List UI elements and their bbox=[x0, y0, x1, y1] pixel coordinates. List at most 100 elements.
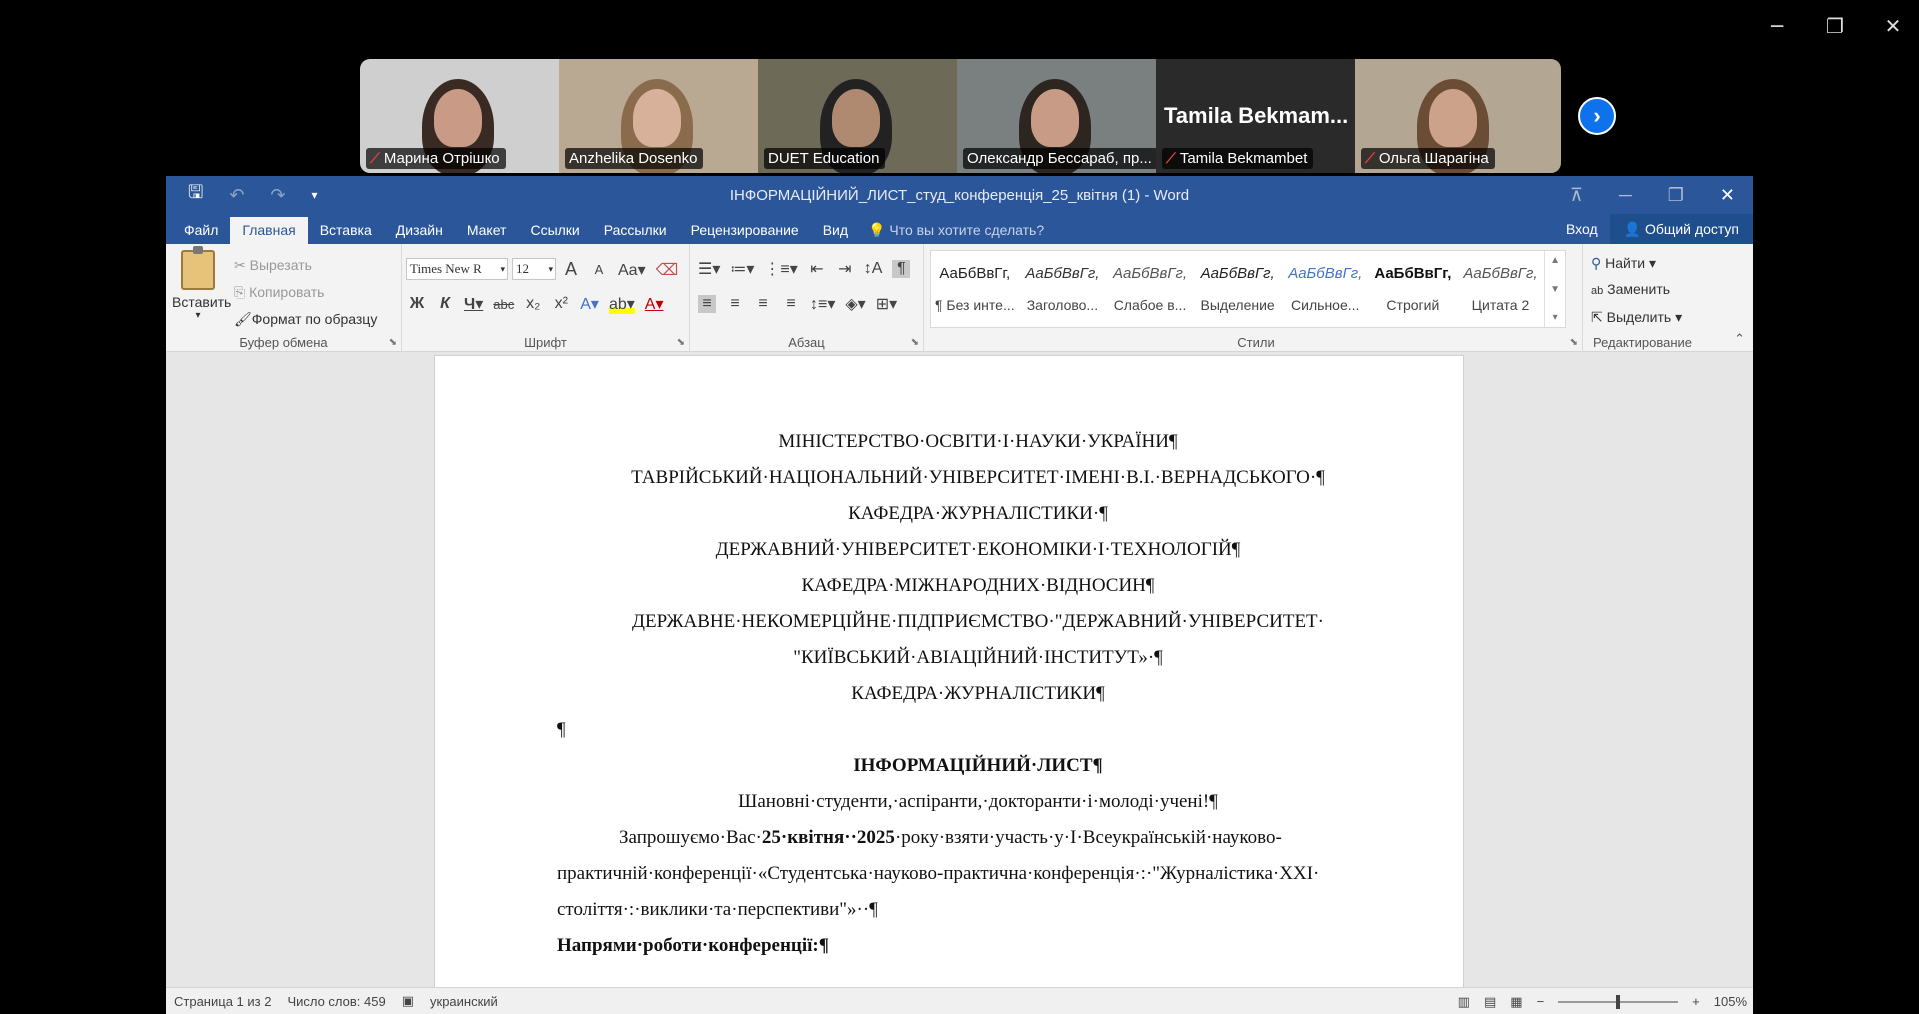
zoom-in-icon[interactable]: + bbox=[1692, 994, 1700, 1009]
tab-view[interactable]: Вид bbox=[811, 217, 860, 244]
select-button[interactable]: ⇱ Выделить ▾ bbox=[1591, 304, 1682, 330]
change-case-icon[interactable]: Aa▾ bbox=[618, 260, 646, 280]
document-canvas[interactable]: МІНІСТЕРСТВО·ОСВІТИ·І·НАУКИ·УКРАЇНИ¶ ТАВ… bbox=[166, 353, 1753, 987]
tab-design[interactable]: Дизайн bbox=[384, 217, 455, 244]
word-close-icon[interactable]: ✕ bbox=[1720, 185, 1735, 206]
zoom-thumb[interactable] bbox=[1616, 994, 1621, 1009]
replace-button[interactable]: ab Заменить bbox=[1591, 276, 1682, 304]
web-layout-icon[interactable]: ▦ bbox=[1510, 994, 1522, 1010]
word-maximize-icon[interactable]: ❐ bbox=[1668, 185, 1684, 206]
tab-home[interactable]: Главная bbox=[230, 217, 308, 244]
numbering-icon[interactable]: ≔▾ bbox=[730, 259, 754, 279]
restore-icon[interactable]: ❐ bbox=[1819, 10, 1851, 42]
borders-icon[interactable]: ⊞▾ bbox=[876, 294, 897, 314]
doc-line: ДЕРЖАВНИЙ·УНІВЕРСИТЕТ·ЕКОНОМІКИ·І·ТЕХНОЛ… bbox=[715, 539, 1241, 560]
page-count[interactable]: Страница 1 из 2 bbox=[166, 994, 279, 1009]
dialog-launcher-icon[interactable]: ⬊ bbox=[389, 337, 397, 348]
text-effects-icon[interactable]: A▾ bbox=[580, 294, 599, 314]
clear-formatting-icon[interactable]: ⌫ bbox=[656, 260, 679, 280]
dialog-launcher-icon[interactable]: ⬊ bbox=[1570, 337, 1578, 348]
strikethrough-icon[interactable]: abc bbox=[493, 297, 514, 312]
superscript-icon[interactable]: x² bbox=[552, 295, 570, 313]
tell-me-search[interactable]: 💡 Что вы хотите сделать? bbox=[868, 217, 1044, 244]
tab-mailings[interactable]: Рассылки bbox=[592, 217, 679, 244]
font-color-icon[interactable]: A▾ bbox=[645, 294, 664, 314]
tab-references[interactable]: Ссылки bbox=[518, 217, 591, 244]
redo-icon[interactable]: ↷ bbox=[270, 185, 285, 206]
participant-name-label: ⟋ Tamila Bekmambet bbox=[1162, 148, 1314, 169]
shading-icon[interactable]: ◈▾ bbox=[845, 294, 865, 314]
doc-line: КАФЕДРА·МІЖНАРОДНИХ·ВІДНОСИН¶ bbox=[801, 575, 1155, 596]
tab-insert[interactable]: Вставка bbox=[308, 217, 384, 244]
participant-tile[interactable]: DUET Education bbox=[758, 59, 957, 173]
tab-layout[interactable]: Макет bbox=[455, 217, 519, 244]
minimize-icon[interactable]: ─ bbox=[1761, 10, 1793, 42]
align-right-icon[interactable]: ≡ bbox=[754, 295, 772, 313]
ribbon-display-options-icon[interactable]: ⊼ bbox=[1570, 185, 1583, 206]
close-icon[interactable]: ✕ bbox=[1877, 10, 1909, 42]
word-minimize-icon[interactable]: ─ bbox=[1619, 185, 1632, 206]
print-layout-icon[interactable]: ▤ bbox=[1484, 994, 1496, 1010]
multilevel-list-icon[interactable]: ⋮≡▾ bbox=[764, 259, 797, 279]
font-row-2: Ж К Ч▾ abc x₂ x² A▾ ab▾ A▾ bbox=[408, 294, 663, 314]
sign-in-link[interactable]: Вход bbox=[1554, 221, 1610, 237]
align-center-icon[interactable]: ≡ bbox=[726, 295, 744, 313]
align-left-icon[interactable]: ≡ bbox=[698, 295, 716, 313]
grow-font-icon[interactable]: A bbox=[562, 259, 580, 280]
format-painter-button[interactable]: 🖌Формат по образцу bbox=[234, 306, 377, 333]
show-marks-icon[interactable]: ¶ bbox=[892, 260, 911, 278]
language-indicator[interactable]: украинский bbox=[422, 994, 506, 1009]
dialog-launcher-icon[interactable]: ⬊ bbox=[911, 337, 919, 348]
find-button[interactable]: ⚲ Найти ▾ bbox=[1591, 250, 1682, 276]
mic-off-icon: ⟋ bbox=[370, 150, 380, 166]
format-painter-label: Формат по образцу bbox=[251, 311, 378, 327]
sort-icon[interactable]: ↕A bbox=[864, 260, 883, 278]
zoom-out-icon[interactable]: − bbox=[1537, 994, 1545, 1009]
read-mode-icon[interactable]: ▥ bbox=[1458, 994, 1470, 1010]
bold-icon[interactable]: Ж bbox=[408, 295, 426, 313]
participant-tile[interactable]: Tamila Bekmam... ⟋ Tamila Bekmambet bbox=[1156, 59, 1355, 173]
line-spacing-icon[interactable]: ↕≡▾ bbox=[810, 294, 835, 314]
screen: ─ ❐ ✕ ⟋ Марина Отрішко Anzhelika Dosenko DU… bbox=[0, 0, 1919, 1014]
document-page[interactable]: МІНІСТЕРСТВО·ОСВІТИ·І·НАУКИ·УКРАЇНИ¶ ТАВ… bbox=[434, 355, 1464, 987]
increase-indent-icon[interactable]: ⇥ bbox=[836, 259, 854, 279]
decrease-indent-icon[interactable]: ⇤ bbox=[808, 259, 826, 279]
word-count[interactable]: Число слов: 459 bbox=[279, 994, 393, 1009]
collapse-ribbon-icon[interactable]: ⌃ bbox=[1734, 331, 1745, 347]
pointer-icon: ⇱ bbox=[1591, 309, 1603, 325]
participant-name-label: ⟋ Ольга Шарагіна bbox=[1361, 148, 1495, 169]
doc-line: МІНІСТЕРСТВО·ОСВІТИ·І·НАУКИ·УКРАЇНИ¶ bbox=[778, 431, 1178, 452]
invite-text-c: ·року·взяти·участь·у·І·Всеукраїнській·на… bbox=[894, 827, 1282, 848]
italic-icon[interactable]: К bbox=[436, 295, 454, 313]
justify-icon[interactable]: ≡ bbox=[782, 295, 800, 313]
zoom-slider[interactable] bbox=[1558, 994, 1679, 1009]
styles-group: Стили ⬊ bbox=[930, 244, 1582, 352]
participant-tile[interactable]: Anzhelika Dosenko bbox=[559, 59, 758, 173]
participant-tile[interactable]: ⟋ Марина Отрішко bbox=[360, 59, 559, 173]
save-icon[interactable]: 🖫 bbox=[188, 180, 203, 210]
customize-qat-icon[interactable]: ▾ bbox=[312, 188, 318, 202]
dialog-launcher-icon[interactable]: ⬊ bbox=[677, 337, 685, 348]
share-button[interactable]: 👤 Общий доступ bbox=[1609, 214, 1753, 244]
next-page-icon[interactable]: › bbox=[1578, 97, 1616, 135]
participant-tile[interactable]: Олександр Бессараб, пр... bbox=[957, 59, 1156, 173]
copy-button[interactable]: ⎘ Копировать bbox=[234, 279, 377, 306]
subscript-icon[interactable]: x₂ bbox=[524, 295, 542, 313]
proofing-icon[interactable]: ▣ bbox=[394, 993, 422, 1009]
underline-icon[interactable]: Ч▾ bbox=[464, 294, 483, 314]
shrink-font-icon[interactable]: A bbox=[590, 262, 608, 277]
font-size-select[interactable]: 12 ▾ bbox=[512, 258, 556, 280]
font-name-select[interactable]: Times New R ▾ bbox=[406, 258, 508, 280]
highlight-icon[interactable]: ab▾ bbox=[608, 294, 635, 314]
tab-file[interactable]: Файл bbox=[172, 217, 230, 244]
tab-review[interactable]: Рецензирование bbox=[679, 217, 811, 244]
copy-icon: ⎘ bbox=[234, 284, 246, 300]
cut-button[interactable]: ✂ Вырезать bbox=[234, 252, 377, 279]
paste-button[interactable]: Вставить ▾ bbox=[172, 246, 231, 321]
bullets-icon[interactable]: ☰▾ bbox=[698, 259, 720, 279]
participant-tile[interactable]: ⟋ Ольга Шарагіна bbox=[1355, 59, 1561, 173]
font-row-1: A A Aa▾ ⌫ bbox=[562, 259, 678, 280]
doc-greeting: Шановні·студенти,·аспіранти,·докторанти·… bbox=[738, 791, 1218, 812]
zoom-level[interactable]: 105% bbox=[1714, 994, 1747, 1009]
undo-icon[interactable]: ↶ bbox=[229, 185, 244, 206]
